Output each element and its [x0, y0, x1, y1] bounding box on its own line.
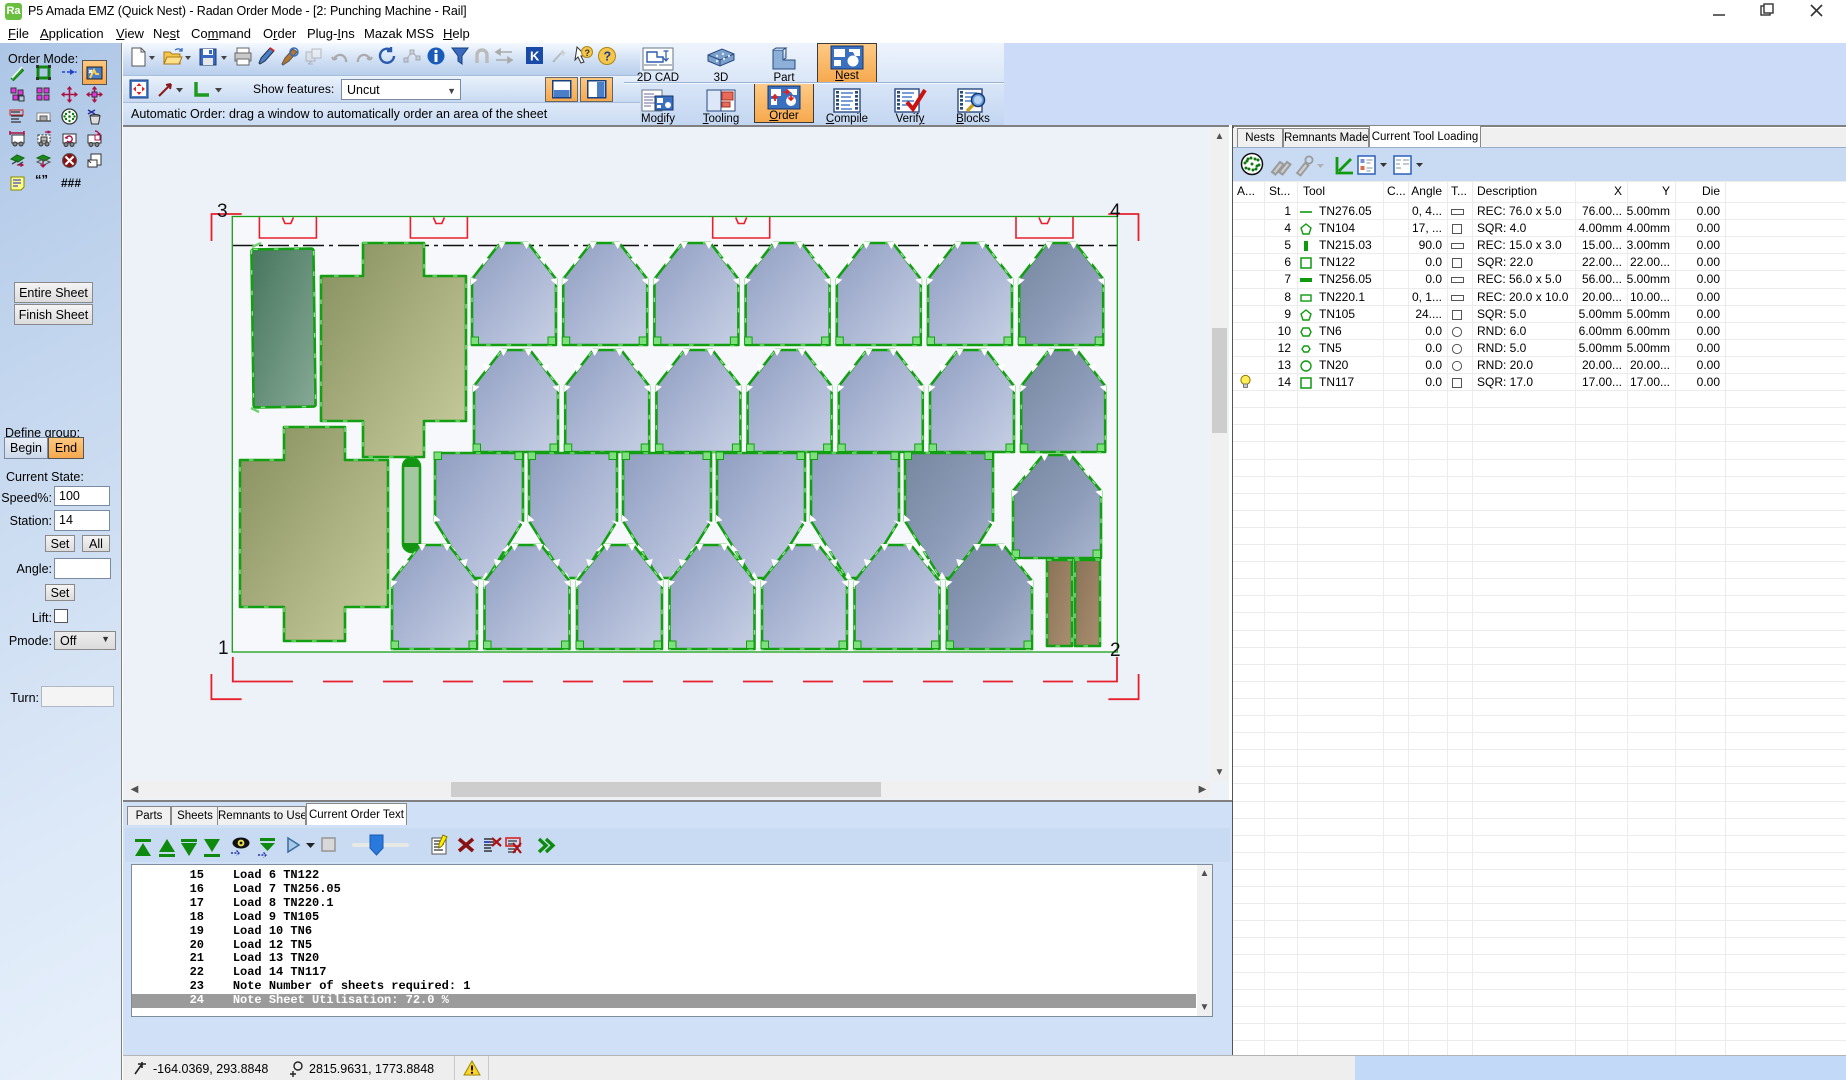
svg-text:1: 1 — [218, 638, 229, 659]
svg-text:3: 3 — [217, 201, 228, 222]
svg-text:2: 2 — [1110, 640, 1121, 661]
svg-text:K: K — [530, 49, 540, 64]
svg-text:?: ? — [604, 50, 612, 64]
svg-text:Show features:: Show features: — [253, 82, 334, 96]
svg-text:?: ? — [585, 48, 591, 58]
svg-text:4: 4 — [1110, 201, 1121, 222]
